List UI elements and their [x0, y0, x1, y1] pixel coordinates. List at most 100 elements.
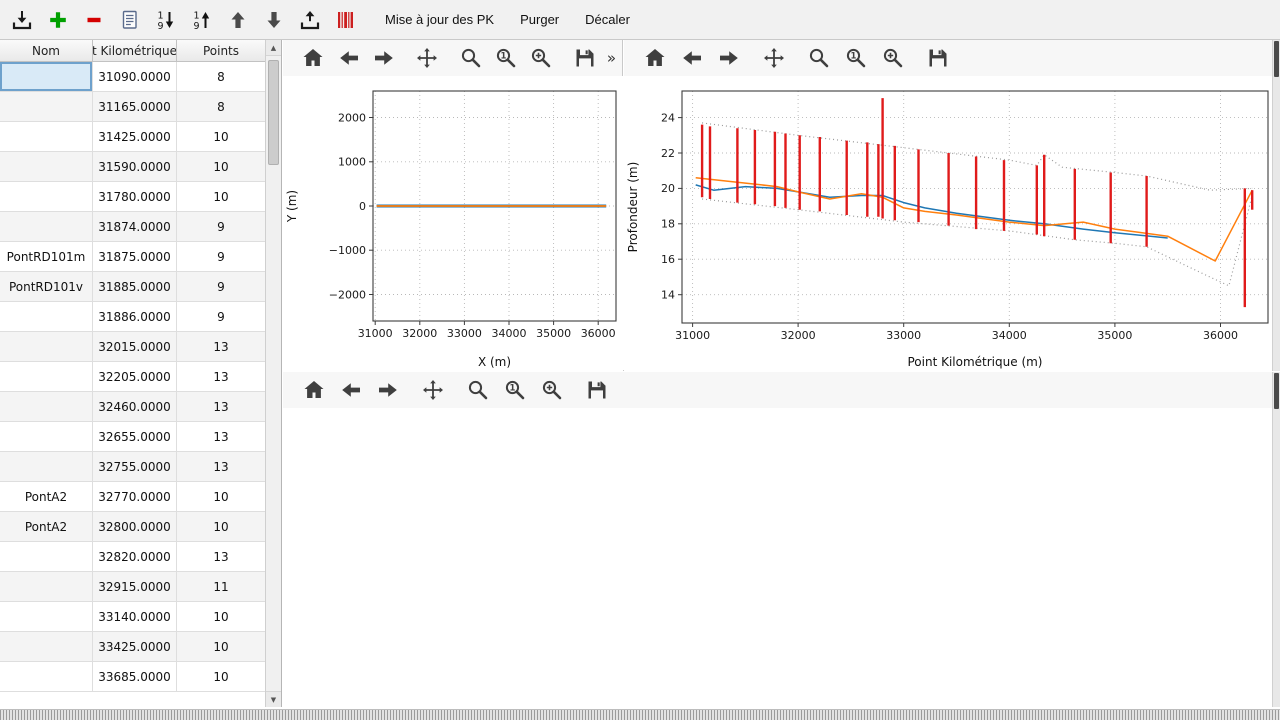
table-row[interactable]: 33425.000010: [0, 632, 281, 662]
cell-points[interactable]: 9: [177, 242, 266, 272]
import-button[interactable]: [6, 4, 38, 36]
cell-points[interactable]: 10: [177, 122, 266, 152]
cell-points[interactable]: 13: [177, 542, 266, 572]
forward-button[interactable]: [715, 44, 743, 72]
zoom-one-button[interactable]: 1: [842, 44, 870, 72]
cell-nom[interactable]: PontRD101m: [0, 242, 93, 272]
cell-point-kilometrique[interactable]: 31886.0000: [93, 302, 177, 332]
column-header-points[interactable]: Points: [177, 40, 266, 62]
pan-button[interactable]: [414, 44, 440, 72]
cell-points[interactable]: 10: [177, 182, 266, 212]
home-button[interactable]: [300, 376, 328, 404]
horizontal-scrollbar[interactable]: [0, 709, 1280, 720]
zoom-one-button[interactable]: 1: [501, 376, 529, 404]
cell-nom[interactable]: [0, 212, 93, 242]
cell-points[interactable]: 9: [177, 272, 266, 302]
bottom-row-scrollbar[interactable]: [1272, 372, 1280, 707]
table-row[interactable]: 32820.000013: [0, 542, 281, 572]
back-button[interactable]: [678, 44, 706, 72]
table-row[interactable]: PontA232800.000010: [0, 512, 281, 542]
cell-point-kilometrique[interactable]: 33425.0000: [93, 632, 177, 662]
table-row[interactable]: 31886.00009: [0, 302, 281, 332]
cell-points[interactable]: 10: [177, 152, 266, 182]
pan-button[interactable]: [760, 44, 788, 72]
cell-point-kilometrique[interactable]: 31590.0000: [93, 152, 177, 182]
cell-nom[interactable]: [0, 662, 93, 692]
cell-nom[interactable]: [0, 92, 93, 122]
cell-nom[interactable]: [0, 602, 93, 632]
cell-nom[interactable]: [0, 182, 93, 212]
cell-points[interactable]: 13: [177, 362, 266, 392]
zoom-plus-button[interactable]: [879, 44, 907, 72]
zoom-button[interactable]: [464, 376, 492, 404]
edit-list-button[interactable]: [114, 4, 146, 36]
table-row[interactable]: 32755.000013: [0, 452, 281, 482]
cell-points[interactable]: 8: [177, 62, 266, 92]
table-row[interactable]: 31874.00009: [0, 212, 281, 242]
save-button[interactable]: [583, 376, 611, 404]
cell-point-kilometrique[interactable]: 31875.0000: [93, 242, 177, 272]
cell-nom[interactable]: PontRD101v: [0, 272, 93, 302]
home-button[interactable]: [300, 44, 326, 72]
table-row[interactable]: 31425.000010: [0, 122, 281, 152]
cell-points[interactable]: 13: [177, 392, 266, 422]
cell-point-kilometrique[interactable]: 33140.0000: [93, 602, 177, 632]
cell-points[interactable]: 10: [177, 632, 266, 662]
remove-row-button[interactable]: [78, 4, 110, 36]
zoom-plus-button[interactable]: [528, 44, 554, 72]
zoom-button[interactable]: [805, 44, 833, 72]
scroll-up-button[interactable]: ▲: [266, 40, 281, 56]
cell-point-kilometrique[interactable]: 31425.0000: [93, 122, 177, 152]
table-row[interactable]: 32205.000013: [0, 362, 281, 392]
cell-nom[interactable]: PontA2: [0, 482, 93, 512]
forward-button[interactable]: [374, 376, 402, 404]
cell-points[interactable]: 13: [177, 332, 266, 362]
scrollbar-thumb[interactable]: [1274, 41, 1279, 77]
zoom-button[interactable]: [457, 44, 483, 72]
action-mise-a-jour-pk[interactable]: Mise à jour des PK: [374, 5, 505, 35]
cell-point-kilometrique[interactable]: 33685.0000: [93, 662, 177, 692]
table-row[interactable]: 32460.000013: [0, 392, 281, 422]
table-row[interactable]: PontRD101m31875.00009: [0, 242, 281, 272]
table-row[interactable]: 33140.000010: [0, 602, 281, 632]
cell-nom[interactable]: [0, 632, 93, 662]
move-up-button[interactable]: [222, 4, 254, 36]
table-row[interactable]: 32655.000013: [0, 422, 281, 452]
table-row[interactable]: 32915.000011: [0, 572, 281, 602]
sort-descending-button[interactable]: 1 9: [150, 4, 182, 36]
cell-points[interactable]: 10: [177, 482, 266, 512]
column-header-point-kilometrique[interactable]: t Kilométrique: [93, 40, 177, 62]
cell-point-kilometrique[interactable]: 32755.0000: [93, 452, 177, 482]
cell-points[interactable]: 10: [177, 512, 266, 542]
export-button[interactable]: [294, 4, 326, 36]
update-profiles-button[interactable]: [330, 4, 362, 36]
table-row[interactable]: 32015.000013: [0, 332, 281, 362]
cell-points[interactable]: 10: [177, 602, 266, 632]
cell-nom[interactable]: PontA2: [0, 512, 93, 542]
cell-point-kilometrique[interactable]: 32820.0000: [93, 542, 177, 572]
zoom-one-button[interactable]: 1: [493, 44, 519, 72]
cell-points[interactable]: 11: [177, 572, 266, 602]
add-row-button[interactable]: [42, 4, 74, 36]
table-row[interactable]: PontA232770.000010: [0, 482, 281, 512]
cell-nom[interactable]: [0, 62, 93, 92]
xy-plot-chart[interactable]: 310003200033000340003500036000−2000−1000…: [283, 76, 623, 371]
sort-ascending-button[interactable]: 1 9: [186, 4, 218, 36]
back-button[interactable]: [337, 376, 365, 404]
cell-nom[interactable]: [0, 152, 93, 182]
plots-row-scrollbar[interactable]: [1272, 40, 1280, 371]
table-row[interactable]: PontRD101v31885.00009: [0, 272, 281, 302]
cell-nom[interactable]: [0, 392, 93, 422]
cell-nom[interactable]: [0, 572, 93, 602]
save-button[interactable]: [924, 44, 952, 72]
scrollbar-thumb[interactable]: [268, 60, 279, 165]
cell-points[interactable]: 13: [177, 452, 266, 482]
depth-profile-chart[interactable]: 3100032000330003400035000360001416182022…: [624, 76, 1272, 371]
back-button[interactable]: [335, 44, 361, 72]
move-down-button[interactable]: [258, 4, 290, 36]
cell-point-kilometrique[interactable]: 31090.0000: [93, 62, 177, 92]
cell-nom[interactable]: [0, 302, 93, 332]
cell-nom[interactable]: [0, 122, 93, 152]
cell-points[interactable]: 9: [177, 302, 266, 332]
cell-point-kilometrique[interactable]: 32655.0000: [93, 422, 177, 452]
